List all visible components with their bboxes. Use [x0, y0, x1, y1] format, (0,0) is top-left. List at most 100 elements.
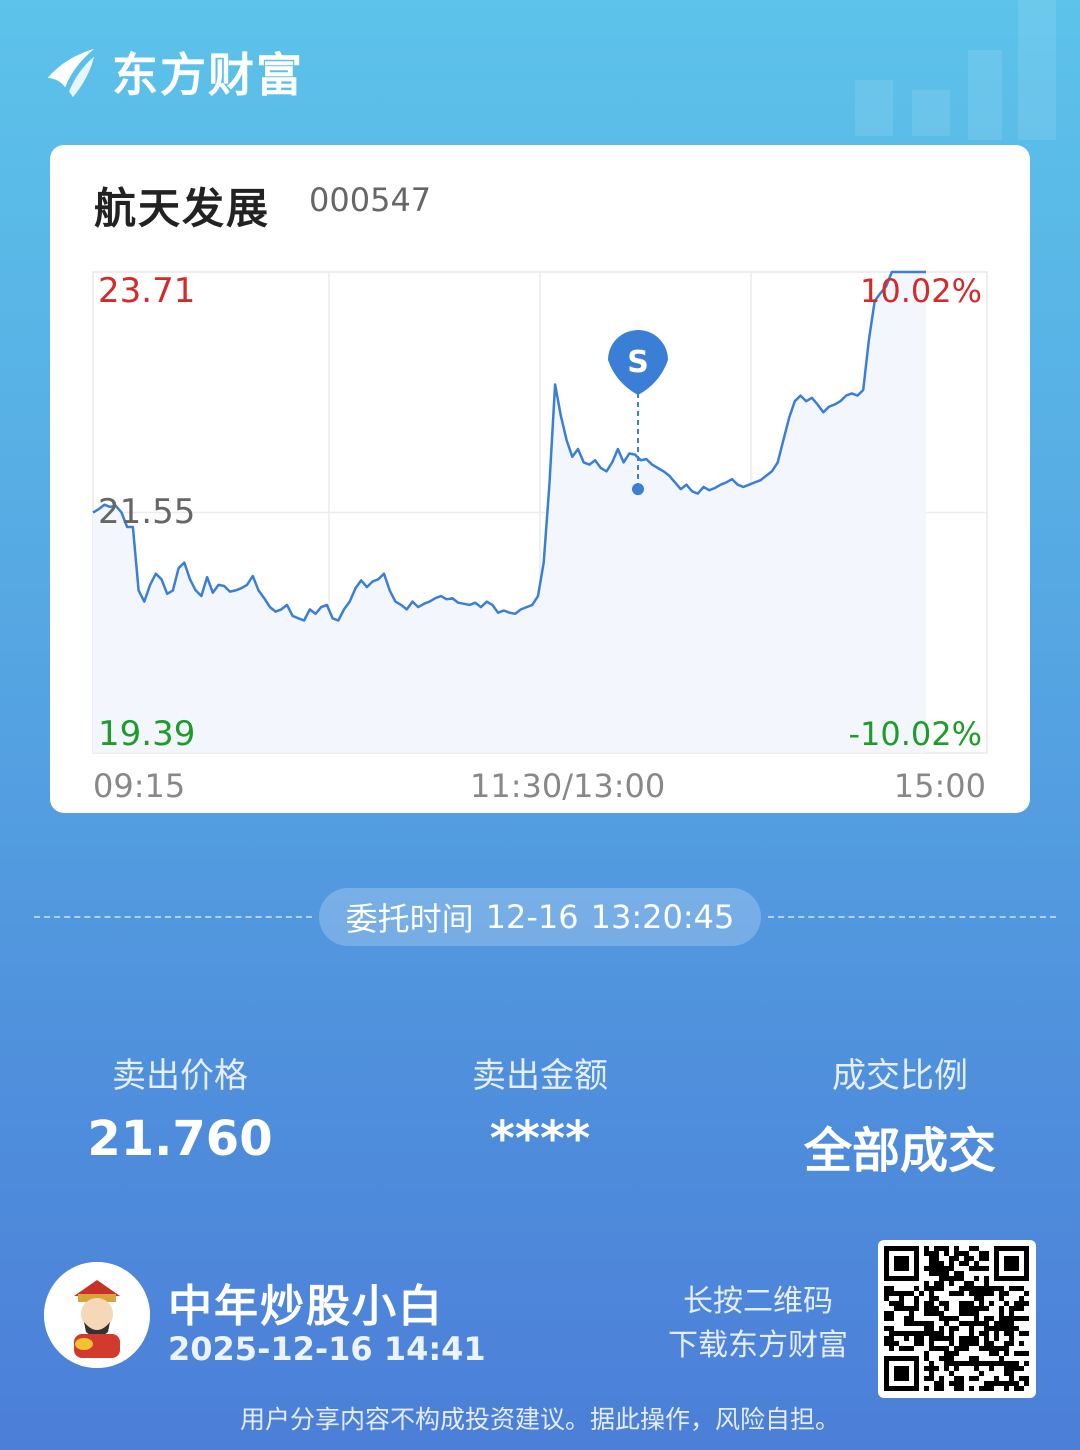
qr-module: [884, 1316, 889, 1321]
qr-module: [954, 1276, 959, 1281]
qr-module: [979, 1291, 984, 1296]
qr-module: [929, 1376, 934, 1381]
qr-module: [994, 1331, 999, 1336]
qr-module: [1009, 1366, 1014, 1371]
qr-module: [989, 1361, 994, 1366]
stat-label: 成交比例: [832, 1056, 968, 1096]
qr-module: [884, 1286, 889, 1291]
qr-module: [1004, 1321, 1009, 1326]
qr-code[interactable]: [878, 1240, 1036, 1398]
qr-module: [979, 1346, 984, 1351]
decor-candle: [1018, 0, 1056, 140]
qr-module: [929, 1311, 934, 1316]
qr-module: [989, 1326, 994, 1331]
qr-module: [944, 1271, 949, 1276]
qr-module: [934, 1386, 939, 1391]
share-datetime: 2025-12-16 14:41: [168, 1330, 486, 1368]
qr-module: [974, 1246, 979, 1251]
qr-module: [929, 1271, 934, 1276]
qr-module: [1009, 1326, 1014, 1331]
qr-module: [909, 1321, 914, 1326]
qr-module: [889, 1286, 894, 1291]
qr-module: [969, 1376, 974, 1381]
qr-module: [959, 1271, 964, 1276]
qr-module: [889, 1331, 894, 1336]
qr-module: [934, 1286, 939, 1291]
qr-module: [959, 1321, 964, 1326]
qr-module: [899, 1346, 904, 1351]
qr-module: [939, 1246, 944, 1251]
qr-module: [954, 1361, 959, 1366]
qr-module: [924, 1386, 929, 1391]
qr-module: [1009, 1376, 1014, 1381]
qr-module: [899, 1306, 904, 1311]
qr-module: [924, 1281, 929, 1286]
qr-module: [954, 1381, 959, 1386]
qr-module: [904, 1336, 909, 1341]
marker-dot: [632, 483, 644, 496]
qr-module: [924, 1321, 929, 1326]
qr-module: [949, 1276, 954, 1281]
disclaimer: 用户分享内容不构成投资建议。据此操作，风险自担。: [239, 1405, 840, 1434]
qr-module: [989, 1301, 994, 1306]
qr-module: [884, 1336, 889, 1341]
qr-module: [924, 1356, 929, 1361]
qr-module: [939, 1286, 944, 1291]
qr-module: [949, 1291, 954, 1296]
qr-module: [969, 1246, 974, 1251]
qr-module: [939, 1271, 944, 1276]
qr-finder: [1004, 1256, 1019, 1271]
qr-module: [889, 1326, 894, 1331]
time-label-close: 15:00: [893, 767, 986, 805]
qr-module: [909, 1306, 914, 1311]
qr-module: [974, 1316, 979, 1321]
qr-module: [1009, 1331, 1014, 1336]
qr-module: [999, 1316, 1004, 1321]
qr-module: [979, 1306, 984, 1311]
qr-module: [1024, 1331, 1029, 1336]
qr-module: [969, 1306, 974, 1311]
qr-module: [924, 1351, 929, 1356]
qr-module: [944, 1306, 949, 1311]
qr-module: [984, 1266, 989, 1271]
qr-module: [1019, 1341, 1024, 1346]
qr-module: [944, 1336, 949, 1341]
stat-value: ****: [489, 1111, 591, 1167]
qr-module: [1009, 1361, 1014, 1366]
qr-module: [984, 1256, 989, 1261]
avatar[interactable]: [44, 1262, 150, 1368]
qr-module: [979, 1301, 984, 1306]
qr-module: [944, 1276, 949, 1281]
qr-module: [889, 1336, 894, 1341]
qr-finder: [894, 1256, 909, 1271]
qr-module: [914, 1321, 919, 1326]
price-high-label: 23.71: [98, 271, 195, 311]
qr-module: [929, 1296, 934, 1301]
qr-module: [944, 1246, 949, 1251]
qr-module: [969, 1311, 974, 1316]
qr-module: [999, 1346, 1004, 1351]
qr-module: [924, 1286, 929, 1291]
qr-module: [999, 1361, 1004, 1366]
qr-module: [974, 1311, 979, 1316]
qr-module: [954, 1326, 959, 1331]
qr-module: [929, 1251, 934, 1256]
qr-module: [924, 1376, 929, 1381]
qr-module: [1024, 1351, 1029, 1356]
qr-module: [994, 1336, 999, 1341]
qr-module: [969, 1266, 974, 1271]
qr-module: [909, 1346, 914, 1351]
qr-module: [939, 1336, 944, 1341]
qr-module: [1009, 1311, 1014, 1316]
qr-module: [894, 1341, 899, 1346]
intraday-chart[interactable]: S 23.71 21.55 19.39 10.02% -10.02%: [50, 145, 1030, 813]
pct-low-label: -10.02%: [848, 715, 982, 753]
qr-module: [949, 1316, 954, 1321]
qr-module: [939, 1316, 944, 1321]
qr-module: [989, 1386, 994, 1391]
qr-module: [1004, 1361, 1009, 1366]
qr-module: [994, 1286, 999, 1291]
qr-module: [929, 1346, 934, 1351]
qr-module: [949, 1341, 954, 1346]
chart-card[interactable]: 航天发展 000547 S 23.71 21.55 19.39 10.02% -…: [50, 145, 1030, 813]
